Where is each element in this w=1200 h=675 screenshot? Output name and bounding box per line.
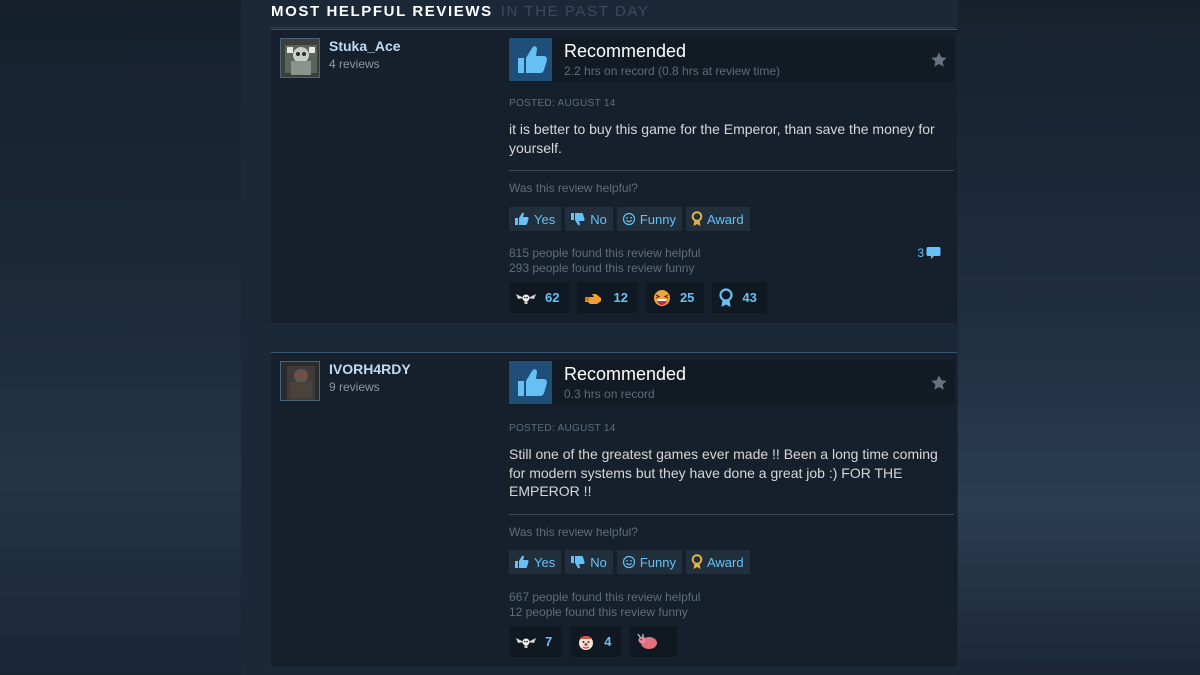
posted-date: POSTED: AUGUST 14 (509, 423, 616, 434)
helpful-count: 667 people found this review helpful (509, 590, 701, 604)
background-left (0, 0, 241, 675)
award-button[interactable]: Award (685, 550, 750, 574)
recommendation-title: Recommended (564, 364, 687, 384)
yes-button[interactable]: Yes (509, 207, 562, 231)
award-button[interactable]: Award (685, 207, 750, 231)
no-label: No (590, 554, 607, 570)
author-review-count[interactable]: 4 reviews (329, 57, 380, 71)
background-right (958, 0, 1200, 675)
laughing-face-icon (653, 289, 670, 306)
reaction-awards: 7 4 (509, 626, 678, 657)
reaction-winged-skull[interactable]: 7 (509, 626, 563, 657)
posted-date: POSTED: AUGUST 14 (509, 98, 616, 109)
thumbs-up-icon (509, 38, 552, 81)
avatar[interactable] (280, 361, 320, 401)
helpful-question: Was this review helpful? (509, 525, 638, 539)
reaction-count: 7 (545, 634, 553, 649)
review-divider (509, 514, 954, 515)
star-icon[interactable] (930, 374, 948, 392)
reaction-pink-creature[interactable] (629, 626, 678, 657)
reaction-awards: 62 12 25 43 (509, 282, 767, 313)
reviews-column: MOST HELPFUL REVIEWS IN THE PAST DAY Stuk… (241, 0, 958, 675)
reaction-count: 4 (604, 634, 612, 649)
vote-header[interactable]: Recommended 2.2 hrs on record (0.8 hrs a… (508, 37, 954, 82)
reaction-clown-face[interactable]: 4 (570, 626, 622, 657)
section-header: MOST HELPFUL REVIEWS IN THE PAST DAY (271, 3, 650, 20)
no-button[interactable]: No (565, 207, 613, 231)
header-divider (271, 27, 955, 28)
funny-button[interactable]: Funny (616, 207, 682, 231)
review-card: IVORH4RDY 9 reviews Recommended 0.3 hrs … (271, 352, 957, 666)
reaction-count: 12 (613, 290, 628, 305)
winged-skull-icon (516, 293, 536, 304)
yes-label: Yes (534, 554, 556, 570)
winged-skull-icon (516, 637, 536, 648)
review-divider (509, 170, 954, 171)
thumbs-up-small-icon (515, 212, 529, 225)
reaction-count: 25 (679, 290, 695, 305)
reaction-winged-skull[interactable]: 62 (509, 282, 570, 313)
thumbs-up-small-icon (515, 555, 529, 568)
author-name[interactable]: IVORH4RDY (329, 361, 411, 377)
award-label: Award (706, 211, 744, 227)
pink-creature-icon (637, 633, 658, 649)
reaction-pointing-hand[interactable]: 12 (577, 282, 638, 313)
funny-button[interactable]: Funny (616, 550, 682, 574)
review-card: Stuka_Ace 4 reviews Recommended 2.2 hrs … (271, 29, 957, 323)
section-subtitle[interactable]: IN THE PAST DAY (501, 3, 650, 20)
comment-bubble-icon (926, 247, 941, 259)
reaction-count: 43 (742, 290, 757, 305)
funny-count: 293 people found this review funny (509, 261, 695, 275)
thumbs-down-small-icon (571, 556, 585, 569)
yes-button[interactable]: Yes (509, 550, 562, 574)
smiley-icon (622, 555, 635, 569)
helpful-count: 815 people found this review helpful (509, 246, 701, 260)
hours-on-record: 2.2 hrs on record (0.8 hrs at review tim… (564, 64, 781, 78)
author-review-count[interactable]: 9 reviews (329, 380, 380, 394)
helpful-question: Was this review helpful? (509, 181, 638, 195)
section-title: MOST HELPFUL REVIEWS (271, 3, 493, 20)
no-label: No (590, 211, 607, 227)
avatar[interactable] (280, 38, 320, 78)
funny-label: Funny (639, 211, 676, 227)
award-medal-icon (691, 554, 703, 569)
review-counts: 815 people found this review helpful 293… (509, 246, 700, 276)
review-counts: 667 people found this review helpful 12 … (509, 590, 700, 620)
recommendation-title: Recommended (564, 41, 687, 61)
vote-header[interactable]: Recommended 0.3 hrs on record (508, 360, 954, 405)
reaction-award-ribbon[interactable]: 43 (712, 282, 767, 313)
award-ribbon-icon (719, 287, 734, 307)
hours-on-record: 0.3 hrs on record (564, 387, 655, 401)
reaction-count: 62 (545, 290, 560, 305)
comment-count: 3 (917, 246, 924, 260)
author-name[interactable]: Stuka_Ace (329, 38, 401, 54)
review-text: Still one of the greatest games ever mad… (509, 446, 938, 499)
thumbs-down-small-icon (571, 213, 585, 226)
vote-buttons: Yes No Funny Award (509, 550, 750, 574)
thumbs-up-icon (509, 361, 552, 404)
vote-buttons: Yes No Funny Award (509, 207, 750, 231)
yes-label: Yes (534, 211, 556, 227)
clown-face-icon (579, 635, 594, 650)
review-text: it is better to buy this game for the Em… (509, 121, 935, 156)
funny-label: Funny (639, 554, 676, 570)
comments-link[interactable]: 3 (917, 245, 942, 261)
funny-count: 12 people found this review funny (509, 605, 688, 619)
no-button[interactable]: No (565, 550, 613, 574)
pointing-hand-icon (585, 293, 602, 304)
smiley-icon (622, 212, 635, 226)
award-medal-icon (691, 211, 703, 226)
star-icon[interactable] (930, 51, 948, 69)
award-label: Award (706, 554, 744, 570)
reaction-laughing-face[interactable]: 25 (645, 282, 705, 313)
